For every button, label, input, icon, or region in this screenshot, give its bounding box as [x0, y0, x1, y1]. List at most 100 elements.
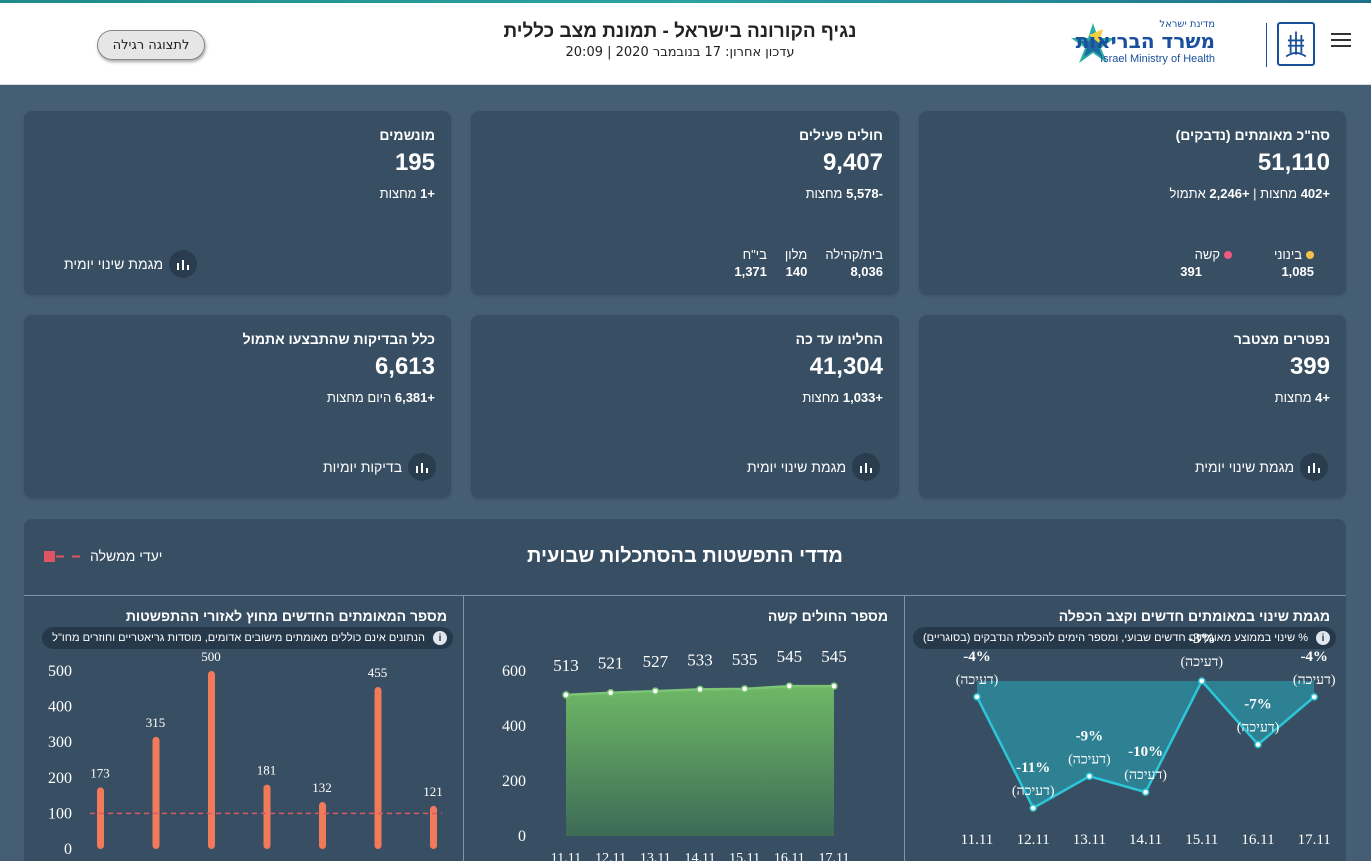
daily-trend-link[interactable]: מגמת שינוי יומית	[747, 453, 881, 481]
y-tick-label: 600	[502, 663, 526, 680]
government-targets-legend: יעדי ממשלה	[44, 548, 162, 564]
breakdown-hotel: מלון 140	[785, 247, 807, 279]
logo-english-text: Israel Ministry of Health	[1100, 53, 1215, 65]
y-tick-label: 0	[518, 828, 526, 845]
delta-value: +4	[1315, 390, 1330, 405]
y-tick-label: 200	[48, 770, 72, 787]
trend-point	[1254, 740, 1262, 749]
home-value: 8,036	[850, 264, 883, 279]
y-tick-label: 400	[48, 699, 72, 716]
card-tests[interactable]: כלל הבדיקות שהתבצעו אתמול 6,613 +6,381 ה…	[24, 315, 451, 498]
card-title: החלימו עד כה	[795, 331, 883, 347]
delta-value: +1,033	[842, 390, 883, 405]
breakdown-hospital: בי"ח 1,371	[734, 247, 767, 279]
bar-value-label: 121	[423, 784, 443, 799]
card-delta: +402 מחצות | +2,246 אתמול	[1169, 186, 1330, 201]
card-title: כלל הבדיקות שהתבצעו אתמול	[242, 331, 435, 347]
x-tick-label: 16.11	[774, 851, 805, 861]
x-tick-label: 14.11	[685, 851, 716, 861]
link-label: מגמת שינוי יומית	[64, 256, 164, 272]
x-tick-label: 11.11	[961, 832, 994, 848]
spread-panel: מדדי התפשטות בהסתכלות שבועית יעדי ממשלה …	[24, 519, 1346, 861]
trend-point	[1029, 804, 1037, 812]
delta-yesterday-label: אתמול	[1169, 186, 1210, 201]
mild-label: בינוני	[1273, 247, 1302, 262]
trend-sub-label: (דעיכה)	[1237, 721, 1280, 736]
trend-value-label: -11%	[1016, 760, 1050, 776]
severe-point	[696, 685, 704, 694]
bar	[263, 784, 271, 849]
x-tick-label: 15.11	[729, 851, 760, 861]
link-label: בדיקות יומיות	[323, 459, 403, 475]
severe-point	[740, 685, 749, 693]
page-header: מדינת ישראל משרד הבריאות Israel Ministry…	[0, 3, 1371, 85]
delta-label: היום מחצות	[326, 390, 395, 405]
mild-dot-icon	[1306, 251, 1314, 259]
card-ventilated[interactable]: מונשמים 195 +1 מחצות מגמת שינוי יומית	[24, 111, 451, 295]
home-label: בית/קהילה	[825, 247, 883, 262]
y-tick-label: 500	[48, 663, 72, 680]
severe-value-label: 533	[687, 650, 713, 669]
logo-separator	[1266, 23, 1267, 67]
trend-point	[1198, 677, 1206, 685]
severe-value-label: 535	[732, 650, 758, 669]
delta-midnight: +402	[1300, 186, 1330, 201]
link-label: מגמת שינוי יומית	[747, 459, 847, 475]
trend-sub-label: (דעיכה)	[1293, 673, 1336, 688]
x-tick-label: 15.11	[1185, 832, 1218, 848]
new-cases-chart-panel: מספר המאומתים החדשים מחוץ לאזורי ההתפשטו…	[24, 595, 464, 861]
y-tick-label: 100	[48, 805, 72, 822]
card-recovered[interactable]: החלימו עד כה 41,304 +1,033 מחצות מגמת שי…	[471, 315, 899, 498]
severe-value: 391	[1180, 264, 1202, 279]
severe-dot-icon	[1224, 251, 1232, 259]
y-tick-label: 200	[502, 773, 526, 790]
trend-value-label: -7%	[1244, 697, 1272, 713]
x-tick-label: 11.11	[551, 851, 581, 861]
severe-value-label: 527	[643, 652, 669, 671]
ministry-logo: מדינת ישראל משרד הבריאות Israel Ministry…	[1069, 19, 1259, 69]
card-value: 399	[1289, 353, 1330, 380]
card-deceased[interactable]: נפטרים מצטבר 399 +4 מחצות מגמת שינוי יומ…	[919, 315, 1346, 498]
bar-value-label: 315	[146, 715, 166, 730]
bar-value-label: 181	[257, 763, 277, 778]
severe-value-label: 513	[553, 656, 579, 675]
card-value: 6,613	[374, 353, 435, 380]
state-emblem-icon	[1277, 22, 1315, 66]
spread-panel-title: מדדי התפשטות בהסתכלות שבועית	[527, 545, 843, 567]
card-title: סה"כ מאומתים (נדבקים)	[1175, 127, 1330, 143]
x-tick-label: 12.11	[1017, 832, 1050, 848]
trend-chart-panel: מגמת שינוי במאומתים חדשים וקצב הכפלה i %…	[905, 595, 1346, 861]
card-active[interactable]: חולים פעילים 9,407 -5,578 מחצות בית/קהיל…	[471, 111, 899, 295]
x-tick-label: 17.11	[1298, 832, 1331, 848]
logo-main-text: משרד הבריאות	[1075, 29, 1215, 53]
x-tick-label: 14.11	[1129, 832, 1162, 848]
delta-label: מחצות	[1274, 390, 1316, 405]
delta-label: מחצות	[802, 390, 843, 405]
bar-chart-icon	[852, 453, 881, 481]
trend-sub-label: (דעיכה)	[1068, 752, 1111, 767]
regular-view-button[interactable]: לתצוגה רגילה	[97, 30, 205, 60]
y-tick-label: 400	[502, 718, 526, 735]
breakdown-home: בית/קהילה 8,036	[825, 247, 883, 279]
hospital-value: 1,371	[734, 264, 767, 279]
trend-point	[1141, 788, 1150, 796]
breakdown-mild: בינוני 1,085	[1264, 247, 1314, 279]
bar	[374, 687, 382, 849]
daily-trend-link[interactable]: מגמת שינוי יומית	[1195, 453, 1329, 481]
delta-value: -5,578	[846, 186, 883, 201]
daily-trend-link[interactable]: מגמת שינוי יומית	[64, 250, 198, 278]
trend-value-label: -10%	[1128, 744, 1163, 760]
trend-point	[973, 693, 981, 701]
delta-label: מחצות	[805, 186, 847, 201]
card-delta: +6,381 היום מחצות	[327, 390, 435, 405]
severe-point	[606, 688, 615, 697]
trend-value-label: -4%	[963, 649, 991, 665]
bar	[430, 805, 437, 849]
menu-icon[interactable]	[1331, 33, 1351, 49]
card-value: 51,110	[1257, 149, 1330, 176]
daily-tests-link[interactable]: בדיקות יומיות	[323, 453, 437, 481]
severe-value-label: 521	[598, 654, 624, 673]
x-tick-label: 13.11	[640, 851, 671, 861]
card-confirmed[interactable]: סה"כ מאומתים (נדבקים) 51,110 +402 מחצות …	[919, 111, 1346, 295]
x-tick-label: 12.11	[595, 851, 626, 861]
